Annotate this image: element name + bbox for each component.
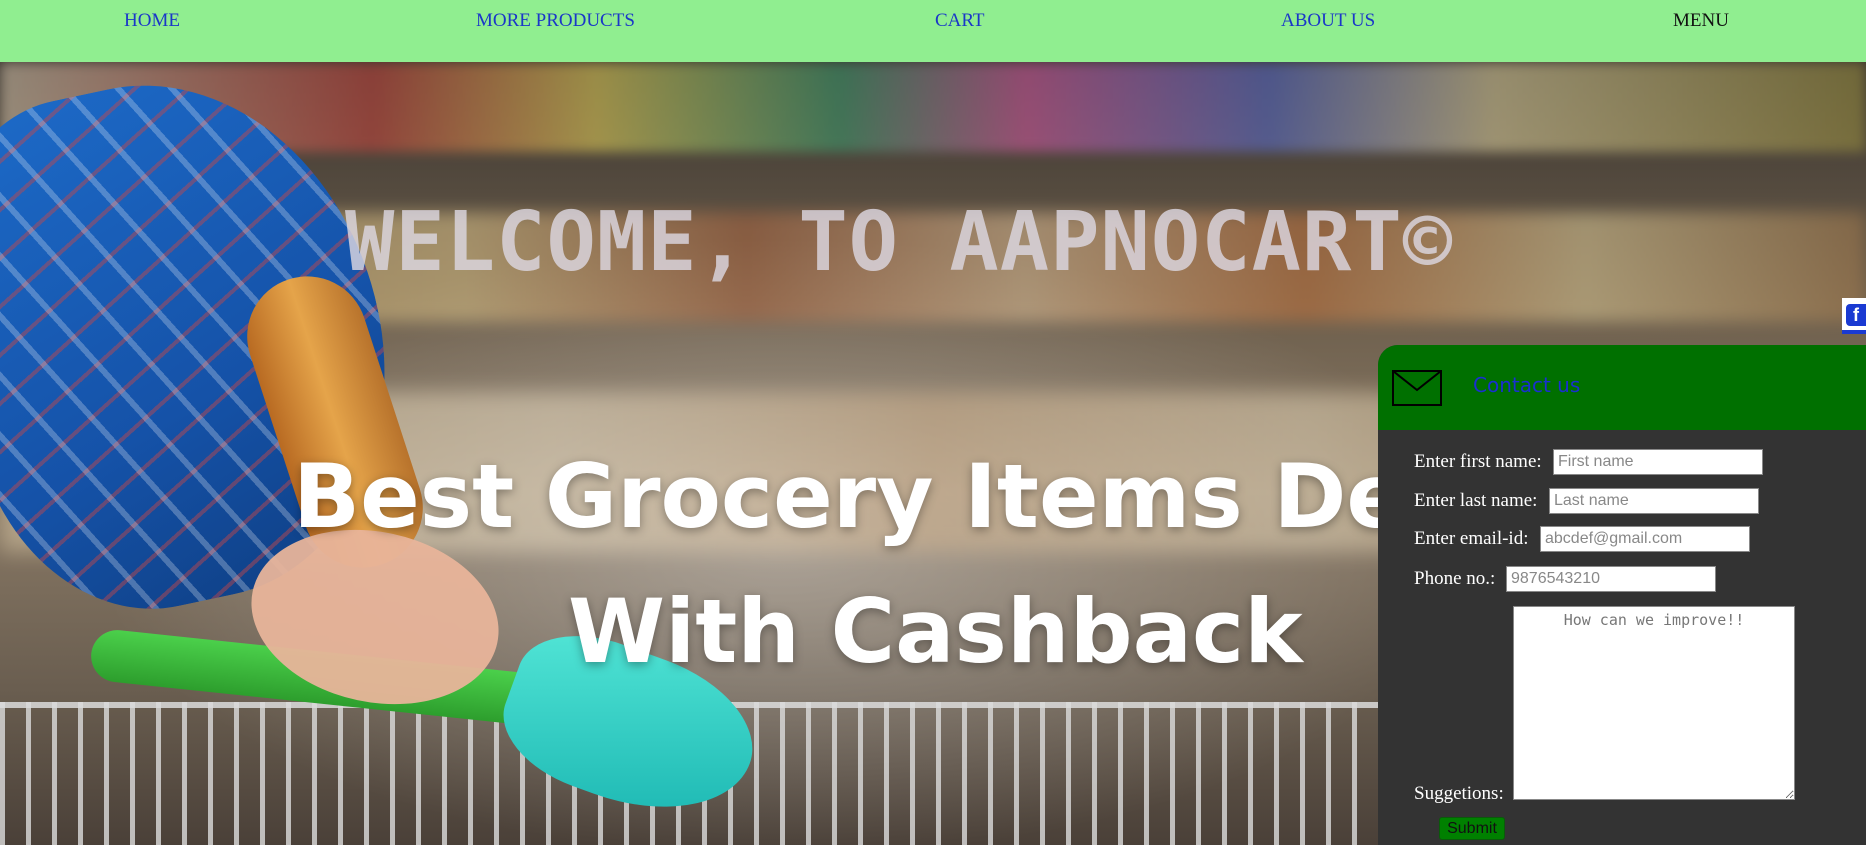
email-input[interactable]: [1540, 526, 1750, 552]
contact-panel: Contact us Enter first name: Enter last …: [1378, 345, 1866, 845]
nav-more-products-link[interactable]: MORE PRODUCTS: [476, 10, 635, 32]
hero-headline-line1: Best Grocery Items De: [293, 445, 1407, 548]
first-name-label: Enter first name:: [1414, 451, 1542, 472]
phone-input[interactable]: [1506, 566, 1716, 592]
phone-label: Phone no.:: [1414, 568, 1496, 589]
contact-title: Contact us: [1473, 373, 1581, 397]
facebook-icon[interactable]: f: [1846, 304, 1866, 326]
mail-icon: [1392, 370, 1442, 406]
submit-button[interactable]: Submit: [1439, 817, 1505, 840]
suggestions-textarea[interactable]: [1513, 606, 1795, 800]
nav-about-us-link[interactable]: ABOUT US: [1281, 10, 1375, 32]
last-name-input[interactable]: [1549, 488, 1759, 514]
top-navigation: HOME MORE PRODUCTS CART ABOUT US MENU: [0, 0, 1866, 62]
social-divider: [1842, 330, 1866, 334]
nav-menu-link[interactable]: MENU: [1673, 10, 1729, 32]
contact-header[interactable]: Contact us: [1378, 345, 1866, 430]
first-name-input[interactable]: [1553, 449, 1763, 475]
email-label: Enter email-id:: [1414, 528, 1529, 549]
social-sidebar: f: [1842, 298, 1866, 334]
nav-cart-link[interactable]: CART: [935, 10, 985, 32]
nav-home-link[interactable]: HOME: [124, 10, 180, 32]
suggestions-label: Suggetions:: [1414, 783, 1504, 804]
welcome-heading: WELCOME, TO AAPNOCART©: [345, 195, 1454, 290]
last-name-label: Enter last name:: [1414, 490, 1538, 511]
hero-headline-line2: With Cashback: [568, 580, 1303, 683]
